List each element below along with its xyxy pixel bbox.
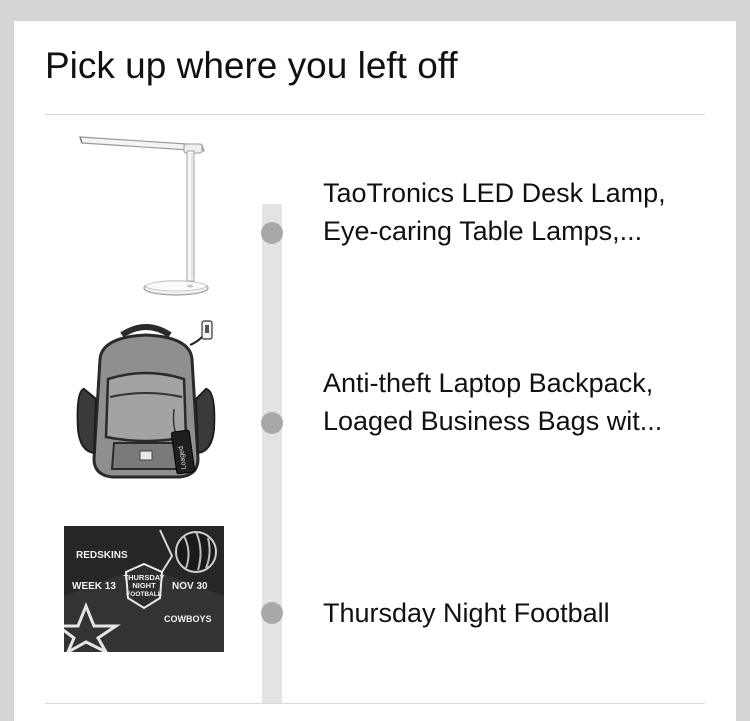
thursday-night-football-image[interactable]: THURSDAY NIGHT FOOTBALL REDSKINS WEEK 13… <box>64 526 224 652</box>
poster-week: WEEK 13 <box>72 581 116 592</box>
item-title-line-1: Thursday Night Football <box>323 598 610 628</box>
item-title-line-2: Loaged Business Bags wit... <box>323 406 663 436</box>
timeline-dot <box>261 602 283 624</box>
list-item-backpack[interactable]: Loaged Anti-theft Laptop Backpack, Loage… <box>14 314 736 494</box>
item-title-line-1: TaoTronics LED Desk Lamp, <box>323 178 666 208</box>
timeline-dot <box>261 222 283 244</box>
recently-viewed-card: Pick up where you left off TaoTronics LE… <box>14 21 736 721</box>
poster-team-2: COWBOYS <box>164 614 212 624</box>
item-title[interactable]: Thursday Night Football <box>323 594 713 632</box>
timeline-dot <box>261 412 283 434</box>
item-title-line-2: Eye-caring Table Lamps,... <box>323 216 643 246</box>
poster-badge-line-3: FOOTBALL <box>126 591 161 598</box>
item-title[interactable]: Anti-theft Laptop Backpack, Loaged Busin… <box>323 364 713 440</box>
laptop-backpack-image[interactable]: Loaged <box>62 319 230 489</box>
item-title-line-1: Anti-theft Laptop Backpack, <box>323 368 654 398</box>
poster-badge-line-2: NIGHT <box>132 581 156 590</box>
bottom-divider <box>45 703 705 704</box>
poster-date: NOV 30 <box>172 581 208 592</box>
item-title[interactable]: TaoTronics LED Desk Lamp, Eye-caring Tab… <box>323 174 713 250</box>
desk-lamp-image[interactable] <box>62 127 230 297</box>
poster-team-1: REDSKINS <box>76 550 128 561</box>
title-divider <box>45 114 705 115</box>
card-title: Pick up where you left off <box>45 45 458 86</box>
list-item-desk-lamp[interactable]: TaoTronics LED Desk Lamp, Eye-caring Tab… <box>14 124 736 304</box>
list-item-thursday-night-football[interactable]: THURSDAY NIGHT FOOTBALL REDSKINS WEEK 13… <box>14 504 736 684</box>
